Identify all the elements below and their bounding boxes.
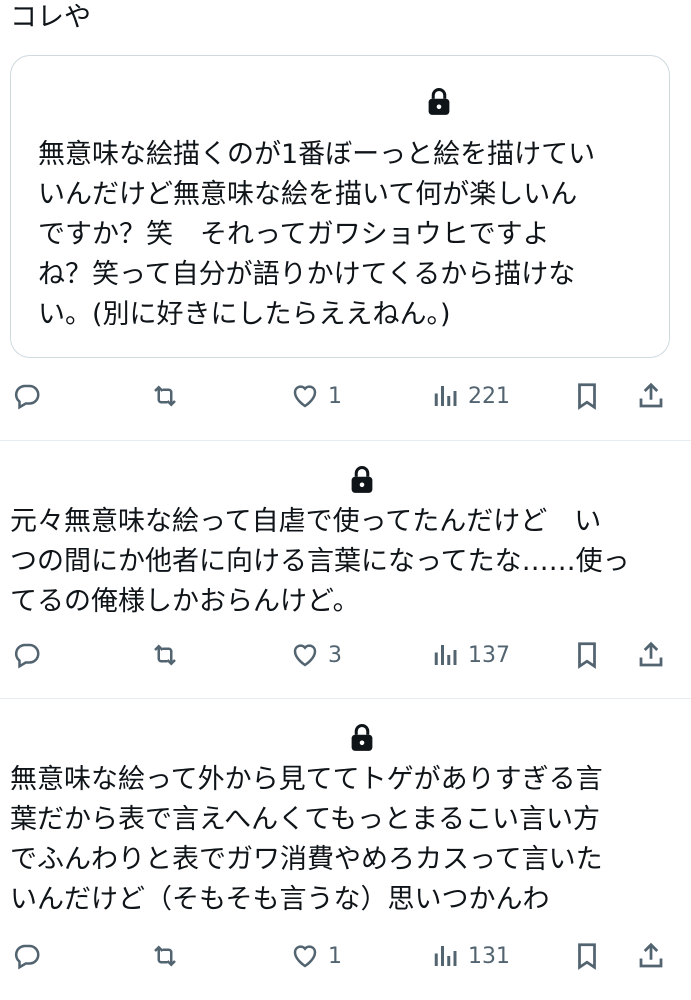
views-icon	[434, 386, 457, 406]
bookmark-icon	[578, 383, 596, 410]
share-icon	[639, 382, 663, 408]
share-icon	[639, 641, 663, 667]
view-count: 137	[468, 642, 510, 668]
lock-icon	[348, 464, 376, 494]
views-button[interactable]: 131	[430, 934, 510, 978]
reply-icon	[14, 643, 40, 669]
views-button[interactable]: 137	[430, 633, 510, 677]
like-count: 1	[328, 943, 342, 969]
like-button[interactable]: 3	[290, 633, 342, 677]
reply-button[interactable]	[12, 934, 42, 978]
quoted-post-text: 無意味な絵描くのが1番ぼーっと絵を描けてい いんだけど無意味な絵を描いて何が楽し…	[38, 139, 596, 330]
reply-icon	[14, 384, 40, 410]
views-icon	[434, 946, 457, 966]
views-button[interactable]: 221	[430, 374, 510, 418]
share-icon	[639, 942, 663, 968]
divider	[0, 440, 691, 441]
share-button[interactable]	[636, 934, 666, 978]
repost-icon	[154, 385, 176, 407]
share-button[interactable]	[636, 633, 666, 677]
repost-button[interactable]	[150, 374, 180, 418]
view-count: 131	[468, 943, 510, 969]
share-button[interactable]	[636, 374, 666, 418]
repost-button[interactable]	[150, 633, 180, 677]
post-text-intro: コレや	[10, 2, 91, 33]
post-actions: 1 131	[0, 934, 691, 978]
like-button[interactable]: 1	[290, 374, 342, 418]
post-text: 元々無意味な絵って自虐で使ってたんだけど い つの間にか他者に向ける言葉になって…	[10, 506, 630, 617]
reply-icon	[14, 944, 40, 970]
view-count: 221	[468, 383, 510, 409]
post-actions: 1 221	[0, 374, 691, 418]
bookmark-icon	[578, 642, 596, 669]
post-actions: 3 137	[0, 633, 691, 677]
bookmark-button[interactable]	[572, 633, 602, 677]
lock-icon	[425, 86, 453, 116]
heart-icon	[293, 644, 317, 667]
repost-icon	[154, 644, 176, 666]
post-text: 無意味な絵って外から見ててトゲがありすぎる言 葉だから表で言えへんくてもっとまる…	[10, 764, 603, 915]
bookmark-button[interactable]	[572, 374, 602, 418]
reply-button[interactable]	[12, 633, 42, 677]
repost-icon	[154, 945, 176, 967]
repost-button[interactable]	[150, 934, 180, 978]
bookmark-button[interactable]	[572, 934, 602, 978]
views-icon	[434, 645, 457, 665]
like-button[interactable]: 1	[290, 934, 342, 978]
divider	[0, 698, 691, 699]
heart-icon	[293, 945, 317, 968]
lock-icon	[348, 722, 376, 752]
heart-icon	[293, 385, 317, 408]
bookmark-icon	[578, 943, 596, 970]
reply-button[interactable]	[12, 374, 42, 418]
like-count: 1	[328, 383, 342, 409]
like-count: 3	[328, 642, 342, 668]
